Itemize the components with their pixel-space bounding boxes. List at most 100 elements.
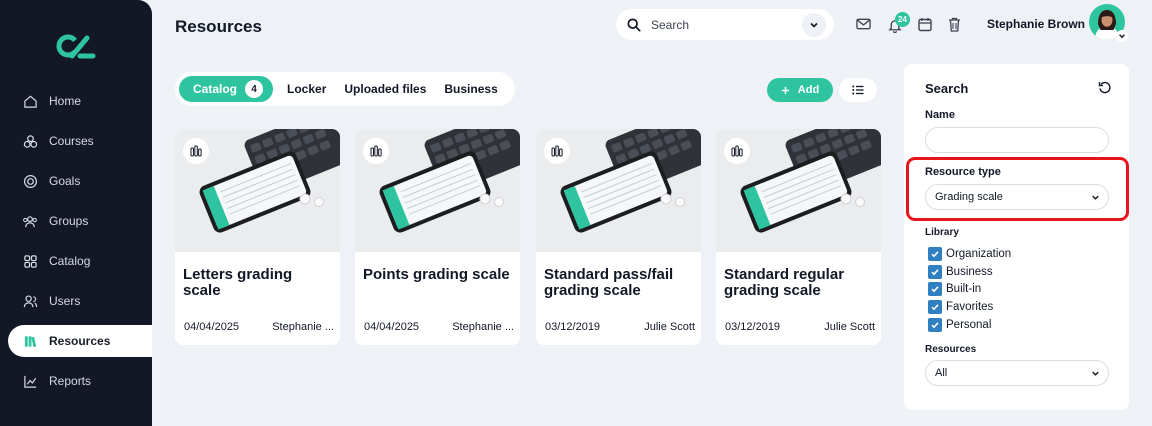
tab-label: Catalog: [193, 82, 238, 96]
card-author: Julie Scott: [644, 321, 695, 333]
checkbox-label: Favorites: [946, 300, 994, 313]
resource-type-value: Grading scale: [935, 191, 1003, 203]
checkbox-label: Personal: [946, 318, 992, 331]
calendar-icon[interactable]: [917, 16, 933, 32]
page-title: Resources: [175, 17, 262, 36]
card-author: Stephanie ...: [452, 321, 514, 333]
chart-icon: [544, 138, 570, 164]
sidebar-item-label: Resources: [49, 334, 111, 348]
check-icon: [931, 321, 939, 328]
card-date: 03/12/2019: [725, 321, 781, 333]
search-input[interactable]: Search: [616, 9, 834, 40]
checkbox-checked[interactable]: [928, 264, 942, 279]
checkbox-label: Built-in: [946, 283, 982, 296]
chevron-down-icon: [810, 22, 818, 28]
resource-card[interactable]: Points grading scale 04/04/2025 Stephani…: [355, 129, 520, 345]
card-title: Standard pass/fail grading scale: [544, 266, 674, 299]
checkbox-checked[interactable]: [928, 282, 942, 297]
sidebar-item-catalog[interactable]: Catalog: [8, 245, 152, 277]
resource-card[interactable]: Standard regular grading scale 03/12/201…: [716, 129, 881, 345]
search-scope-dropdown[interactable]: [802, 12, 826, 37]
library-option-business[interactable]: Business: [928, 263, 1011, 281]
user-menu-chevron[interactable]: [1116, 30, 1128, 42]
card-date: 04/04/2025: [364, 321, 420, 333]
user-name[interactable]: Stephanie Brown: [987, 17, 1085, 31]
home-icon: [22, 93, 38, 109]
name-label: Name: [925, 109, 955, 121]
tab-count-badge: 4: [245, 80, 264, 98]
resource-tabs: Catalog 4 Locker Uploaded files Business: [175, 72, 515, 106]
library-option-personal[interactable]: Personal: [928, 316, 1011, 334]
sidebar-item-label: Catalog: [49, 254, 91, 268]
sidebar-item-label: Reports: [49, 374, 92, 388]
card-title: Points grading scale: [363, 266, 510, 283]
trash-icon[interactable]: [946, 16, 962, 32]
checkbox-checked[interactable]: [928, 317, 942, 332]
notification-badge: 24: [895, 12, 910, 27]
sidebar-item-label: Goals: [49, 174, 81, 188]
sidebar-item-label: Courses: [49, 134, 94, 148]
resource-type-select[interactable]: Grading scale: [925, 184, 1109, 210]
chart-icon: [724, 138, 750, 164]
sidebar-item-label: Home: [49, 94, 82, 108]
card-date: 04/04/2025: [184, 321, 240, 333]
plus-icon: [781, 86, 789, 94]
tab-uploaded-files[interactable]: Uploaded files: [335, 76, 435, 102]
list-icon: [852, 85, 864, 95]
sidebar-item-label: Groups: [49, 214, 89, 228]
chevron-down-icon: [1092, 371, 1099, 376]
mail-icon[interactable]: [855, 16, 871, 32]
library-option-built-in[interactable]: Built-in: [928, 280, 1011, 298]
reset-icon[interactable]: [1098, 81, 1112, 95]
tab-business[interactable]: Business: [435, 76, 506, 102]
sidebar-item-resources[interactable]: Resources: [8, 325, 152, 357]
chevron-down-icon: [1092, 195, 1099, 200]
sidebar-item-courses[interactable]: Courses: [8, 125, 152, 157]
tab-locker[interactable]: Locker: [278, 76, 335, 102]
sidebar-item-goals[interactable]: Goals: [8, 165, 152, 197]
resources-icon: [22, 333, 38, 349]
search-icon: [627, 17, 641, 32]
sidebar: Home Courses Goals Groups Catalog Users …: [0, 0, 152, 426]
tab-catalog[interactable]: Catalog 4: [179, 76, 274, 102]
library-checkboxes: Organization Business Built-in Favorites…: [928, 245, 1011, 333]
resource-card[interactable]: Standard pass/fail grading scale 03/12/2…: [536, 129, 701, 345]
library-option-favorites[interactable]: Favorites: [928, 298, 1011, 316]
card-thumbnail: [536, 129, 701, 252]
groups-icon: [22, 213, 38, 229]
checkbox-checked[interactable]: [928, 299, 942, 314]
check-icon: [931, 251, 939, 258]
checkbox-label: Organization: [946, 247, 1012, 260]
sidebar-item-users[interactable]: Users: [8, 285, 152, 317]
card-date: 03/12/2019: [545, 321, 601, 333]
check-icon: [931, 268, 939, 275]
card-title: Letters grading scale: [183, 266, 293, 299]
check-icon: [931, 286, 939, 293]
card-thumbnail: [355, 129, 520, 252]
logo-icon: [56, 34, 96, 59]
card-author: Stephanie ...: [272, 321, 334, 333]
list-view-button[interactable]: [839, 78, 877, 102]
resource-type-label: Resource type: [925, 166, 1001, 178]
add-button[interactable]: Add: [767, 78, 833, 102]
library-label: Library: [925, 227, 959, 238]
card-title: Standard regular grading scale: [724, 266, 845, 299]
sidebar-item-label: Users: [49, 294, 81, 308]
search-placeholder: Search: [651, 17, 690, 32]
check-icon: [931, 304, 939, 311]
chevron-down-icon: [1119, 34, 1125, 39]
library-option-organization[interactable]: Organization: [928, 245, 1011, 263]
reports-icon: [22, 373, 38, 389]
name-field[interactable]: [925, 127, 1109, 153]
sidebar-item-reports[interactable]: Reports: [8, 365, 152, 397]
chart-icon: [363, 138, 389, 164]
goals-icon: [22, 173, 38, 189]
filter-panel-title: Search: [925, 81, 969, 96]
resources-select[interactable]: All: [925, 360, 1109, 386]
sidebar-item-groups[interactable]: Groups: [8, 205, 152, 237]
card-thumbnail: [175, 129, 340, 252]
sidebar-item-home[interactable]: Home: [8, 85, 152, 117]
add-button-label: Add: [797, 84, 820, 96]
checkbox-checked[interactable]: [928, 246, 942, 261]
resource-card[interactable]: Letters grading scale 04/04/2025 Stephan…: [175, 129, 340, 345]
